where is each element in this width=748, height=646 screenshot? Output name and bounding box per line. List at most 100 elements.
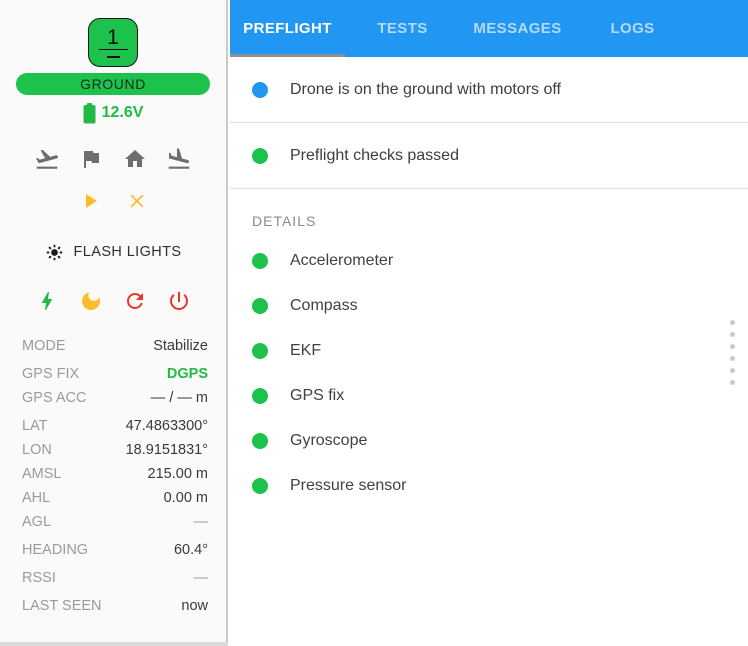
telemetry-value: DGPS (166, 366, 208, 382)
flash-lights-label: FLASH LIGHTS (73, 244, 182, 260)
telemetry-value: Stabilize (153, 338, 208, 354)
tab-preflight[interactable]: PREFLIGHT (230, 0, 345, 57)
detail-item-accelerometer[interactable]: Accelerometer (230, 238, 748, 283)
detail-item-compass[interactable]: Compass (230, 283, 748, 328)
telemetry-label: LAST SEEN (22, 598, 102, 614)
mission-button-row (34, 146, 192, 172)
telemetry-value: — / — m (150, 390, 208, 406)
preflight-panel: PREFLIGHT TESTS MESSAGES LOGS Drone is o… (230, 0, 748, 646)
green-status-dot (252, 147, 268, 164)
close-icon[interactable] (124, 188, 150, 214)
telemetry-row-mode: MODE Stabilize (22, 334, 208, 358)
flash-lights-button[interactable]: FLASH LIGHTS (45, 242, 182, 262)
telemetry-value: 47.4863300° (125, 418, 208, 434)
play-icon[interactable] (77, 188, 103, 214)
green-status-dot (252, 387, 268, 404)
telemetry-row-amsl: AMSL 215.00 m (22, 462, 208, 486)
battery-status: 12.6V (83, 102, 144, 124)
sidebar-bottom-edge (0, 642, 228, 646)
avatar-dash (106, 56, 120, 59)
scrollbar-dots-handle[interactable] (730, 320, 735, 385)
drone-avatar-button[interactable]: 1 (88, 18, 138, 67)
mission-action-row (77, 188, 150, 214)
tab-tests[interactable]: TESTS (345, 0, 460, 57)
telemetry-table: MODE Stabilize GPS FIX DGPS GPS ACC — / … (0, 334, 226, 618)
telemetry-value: 0.00 m (163, 490, 208, 506)
details-section-header: DETAILS (252, 213, 317, 229)
tab-label: TESTS (377, 20, 428, 37)
flight-land-icon[interactable] (166, 146, 192, 172)
telemetry-label: AMSL (22, 466, 62, 482)
status-row-ground[interactable]: Drone is on the ground with motors off (230, 57, 748, 123)
telemetry-row-rssi: RSSI — (22, 566, 208, 590)
active-tab-indicator (230, 54, 345, 57)
home-icon[interactable] (122, 146, 148, 172)
refresh-icon[interactable] (122, 288, 148, 314)
drone-id: 1 (107, 25, 119, 49)
telemetry-label: GPS FIX (22, 366, 80, 382)
green-status-dot (252, 432, 268, 449)
tab-label: PREFLIGHT (243, 20, 332, 37)
telemetry-value: 18.9151831° (125, 442, 208, 458)
telemetry-label: MODE (22, 338, 66, 354)
status-row-preflight[interactable]: Preflight checks passed (230, 123, 748, 189)
ground-control-app: 1 GROUND 12.6V FLASH LIGHTS MODE Stabili… (0, 0, 748, 646)
detail-item-ekf[interactable]: EKF (230, 328, 748, 373)
flag-icon[interactable] (78, 146, 104, 172)
status-badge: GROUND (16, 73, 210, 95)
green-status-dot (252, 477, 268, 494)
lightning-bolt-icon[interactable] (34, 288, 60, 314)
telemetry-label: RSSI (22, 570, 56, 586)
power-button-row (34, 288, 192, 314)
tab-label: MESSAGES (473, 20, 562, 37)
tab-messages[interactable]: MESSAGES (460, 0, 575, 57)
status-badge-label: GROUND (80, 76, 146, 92)
blue-status-dot (252, 81, 268, 98)
telemetry-value: — (193, 570, 209, 586)
telemetry-row-last-seen: LAST SEEN now (22, 594, 208, 618)
telemetry-label: AHL (22, 490, 51, 506)
sun-flare-icon (46, 244, 62, 260)
power-icon[interactable] (166, 288, 192, 314)
tab-logs[interactable]: LOGS (575, 0, 690, 57)
status-text: Drone is on the ground with motors off (290, 80, 561, 98)
telemetry-value: 215.00 m (147, 466, 208, 482)
drone-status-sidebar: 1 GROUND 12.6V FLASH LIGHTS MODE Stabili… (0, 0, 228, 646)
detail-item-gyroscope[interactable]: Gyroscope (230, 418, 748, 463)
telemetry-row-gps-fix: GPS FIX DGPS (22, 362, 208, 386)
detail-text: GPS fix (290, 386, 345, 404)
telemetry-label: HEADING (22, 542, 89, 558)
avatar-divider (98, 48, 128, 51)
telemetry-row-lon: LON 18.9151831° (22, 438, 208, 462)
green-status-dot (252, 252, 268, 269)
telemetry-label: AGL (22, 514, 52, 530)
telemetry-value: 60.4° (173, 542, 208, 558)
telemetry-row-heading: HEADING 60.4° (22, 538, 208, 562)
telemetry-row-ahl: AHL 0.00 m (22, 486, 208, 510)
details-list: Accelerometer Compass EKF GPS fix Gyrosc… (230, 238, 748, 508)
moon-sleep-icon[interactable] (78, 288, 104, 314)
tab-label: LOGS (610, 20, 655, 37)
battery-icon (83, 102, 96, 123)
detail-item-pressure-sensor[interactable]: Pressure sensor (230, 463, 748, 508)
telemetry-row-gps-acc: GPS ACC — / — m (22, 386, 208, 410)
telemetry-label: LAT (22, 418, 48, 434)
green-status-dot (252, 342, 268, 359)
telemetry-row-agl: AGL — (22, 510, 208, 534)
detail-text: Compass (290, 296, 358, 314)
battery-voltage: 12.6V (101, 104, 144, 121)
status-text: Preflight checks passed (290, 146, 459, 164)
detail-item-gps-fix[interactable]: GPS fix (230, 373, 748, 418)
detail-text: Accelerometer (290, 251, 394, 269)
telemetry-value: — (193, 514, 209, 530)
telemetry-row-lat: LAT 47.4863300° (22, 414, 208, 438)
telemetry-label: LON (22, 442, 52, 458)
detail-text: Gyroscope (290, 431, 368, 449)
telemetry-label: GPS ACC (22, 390, 87, 406)
detail-text: Pressure sensor (290, 476, 407, 494)
green-status-dot (252, 297, 268, 314)
flight-takeoff-icon[interactable] (34, 146, 60, 172)
tab-bar: PREFLIGHT TESTS MESSAGES LOGS (230, 0, 748, 57)
telemetry-value: now (181, 598, 208, 614)
detail-text: EKF (290, 341, 322, 359)
